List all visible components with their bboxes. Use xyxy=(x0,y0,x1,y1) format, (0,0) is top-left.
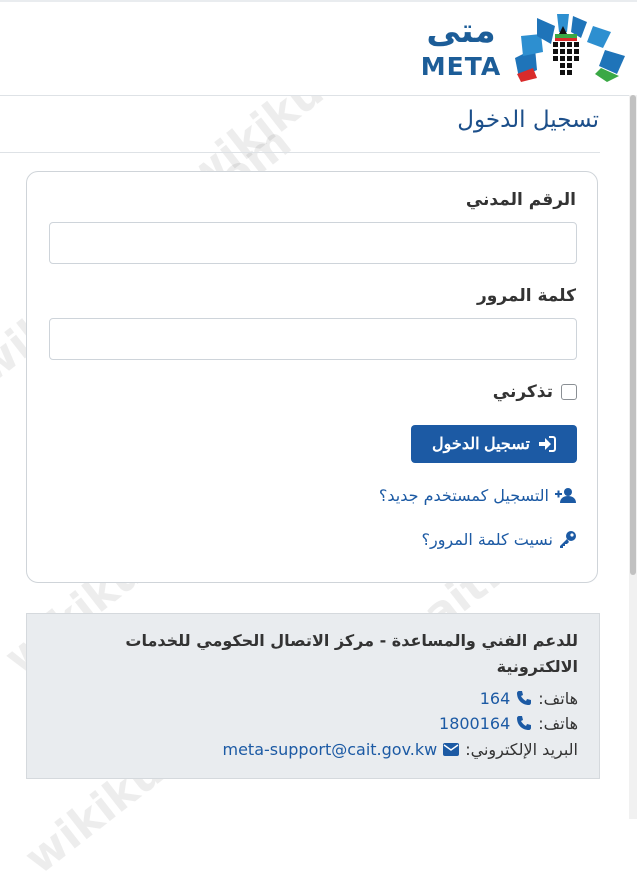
remember-me-row[interactable]: تذكرني xyxy=(377,379,577,405)
meta-logo[interactable]: متى META xyxy=(417,12,629,86)
scrollbar-thumb[interactable] xyxy=(630,95,636,575)
login-button[interactable]: تسجيل الدخول xyxy=(411,425,577,463)
support-email-link[interactable]: meta-support@cait.gov.kw xyxy=(223,740,438,759)
register-link-label: التسجيل كمستخدم جديد؟ xyxy=(378,485,549,505)
key-icon xyxy=(560,531,576,548)
support-title: للدعم الفني والمساعدة - مركز الاتصال الح… xyxy=(125,631,578,676)
phone-icon xyxy=(517,691,532,705)
civil-id-label: الرقم المدني xyxy=(465,190,576,210)
header-bar: متى META xyxy=(0,0,637,96)
page-scrollbar[interactable] xyxy=(629,95,637,819)
phone-label: هاتف: xyxy=(538,713,578,733)
support-phone-1: هاتف: 164 xyxy=(38,686,578,710)
email-label: البريد الإلكتروني: xyxy=(465,739,578,759)
password-label: كلمة المرور xyxy=(477,286,576,306)
support-email: البريد الإلكتروني: meta-support@cait.gov… xyxy=(38,737,579,761)
logo-english-text: META xyxy=(420,52,502,81)
forgot-password-link[interactable]: نسيت كلمة المرور؟ xyxy=(177,527,577,551)
remember-me-label: تذكرني xyxy=(492,382,553,402)
page-title: تسجيل الدخول xyxy=(457,107,599,133)
phone-icon xyxy=(517,716,532,730)
sign-in-icon xyxy=(538,436,556,452)
support-phone-2: هاتف: 1800164 xyxy=(38,711,578,735)
support-info-box: للدعم الفني والمساعدة - مركز الاتصال الح… xyxy=(26,613,600,779)
login-form-card: الرقم المدني كلمة المرور تذكرني تسجيل ال… xyxy=(26,171,598,583)
phone-number-2[interactable]: 1800164 xyxy=(439,714,510,733)
civil-id-input[interactable] xyxy=(49,222,577,264)
phone-label: هاتف: xyxy=(538,688,578,708)
remember-me-checkbox[interactable] xyxy=(561,384,577,400)
envelope-icon xyxy=(443,742,460,756)
password-input[interactable] xyxy=(49,318,577,360)
phone-number-1[interactable]: 164 xyxy=(480,689,511,708)
user-plus-icon xyxy=(555,488,576,503)
logo-arabic-text: متى xyxy=(426,11,496,51)
title-divider xyxy=(0,152,600,153)
top-divider xyxy=(0,0,637,2)
register-link[interactable]: التسجيل كمستخدم جديد؟ xyxy=(177,483,577,507)
login-button-label: تسجيل الدخول xyxy=(432,436,530,453)
forgot-password-label: نسيت كلمة المرور؟ xyxy=(421,529,553,549)
kuwait-emblem-icon xyxy=(515,14,625,82)
